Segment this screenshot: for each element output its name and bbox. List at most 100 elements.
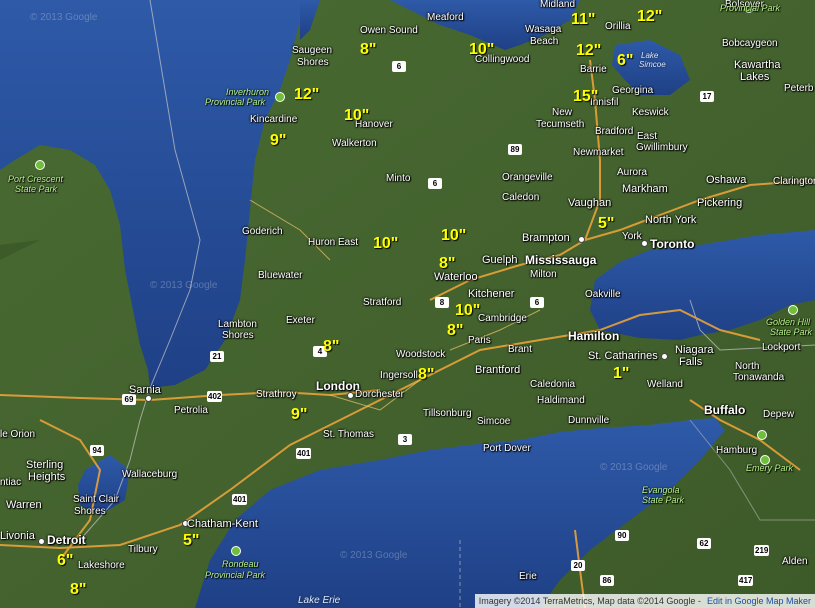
place-label: Bobcaygeon — [722, 38, 778, 49]
place-label: Rondeau — [222, 559, 259, 569]
place-label: Caledon — [502, 192, 540, 203]
place-label: Lakeshore — [78, 560, 125, 571]
snowfall-label: 8" — [418, 366, 435, 383]
place-label: Barrie — [580, 64, 607, 75]
snowfall-label: 9" — [291, 406, 308, 423]
map-terrain — [0, 0, 815, 608]
place-label: Shores — [297, 57, 329, 68]
place-label: Provincial Park — [205, 570, 266, 580]
place-label: Strathroy — [256, 389, 297, 400]
edit-in-map-maker-link[interactable]: Edit in Google Map Maker — [707, 594, 811, 608]
place-label: Provincial Park — [720, 3, 781, 13]
place-label: Dorchester — [355, 389, 404, 400]
place-label: Toronto — [650, 237, 695, 251]
place-label: Brampton — [522, 232, 570, 244]
highway-shield: 402 — [207, 391, 223, 402]
place-label: Midland — [540, 0, 576, 10]
place-label: Walkerton — [332, 138, 377, 149]
place-label: Georgina — [612, 85, 654, 96]
snowfall-label: 10" — [469, 41, 495, 58]
city-dot — [578, 236, 585, 243]
place-label: Vaughan — [568, 197, 612, 209]
park-pin[interactable] — [275, 92, 285, 102]
satellite-map[interactable]: © 2013 Google © 2013 Google © 2013 Googl… — [0, 0, 815, 608]
snowfall-label: 10" — [455, 302, 481, 319]
highway-shield: 94 — [90, 445, 104, 456]
snowfall-label: 8" — [360, 41, 377, 58]
city-dot — [347, 392, 354, 399]
place-label: Tillsonburg — [423, 408, 472, 419]
place-label: Milton — [530, 269, 557, 280]
place-label: Wasaga — [525, 24, 562, 35]
place-label: Detroit — [47, 533, 86, 547]
snowfall-label: 1" — [613, 365, 630, 382]
place-label: ntiac — [0, 477, 22, 488]
highway-shield: 89 — [508, 144, 522, 155]
place-label: Alden — [782, 556, 808, 567]
highway-shield: 219 — [754, 545, 770, 556]
place-label: Orangeville — [502, 172, 553, 183]
place-label: Tilbury — [128, 544, 158, 555]
park-pin[interactable] — [35, 160, 45, 170]
snowfall-label: 8" — [70, 581, 87, 598]
snowfall-label: 12" — [637, 8, 663, 25]
place-label: Provincial Park — [205, 97, 266, 107]
watermark: © 2013 Google — [30, 12, 98, 23]
place-label: Mississauga — [525, 253, 597, 267]
place-label: Tecumseth — [536, 119, 585, 130]
snowfall-label: 10" — [373, 235, 399, 252]
city-dot — [661, 353, 668, 360]
place-label: North York — [645, 214, 697, 226]
place-label: Lake — [641, 51, 659, 60]
place-label: St. Thomas — [323, 429, 374, 440]
place-label: Goderich — [242, 226, 283, 237]
highway-shield: 6 — [530, 297, 544, 308]
place-label: Aurora — [617, 167, 648, 178]
highway-shield: 401 — [296, 448, 312, 459]
city-dot — [641, 240, 648, 247]
snowfall-label: 8" — [323, 338, 340, 355]
place-label: Haldimand — [537, 395, 585, 406]
highway-shield: 6 — [392, 61, 406, 72]
snowfall-label: 5" — [183, 532, 200, 549]
place-label: Peterb — [784, 83, 814, 94]
place-label: Emery Park — [746, 463, 794, 473]
place-label: Falls — [679, 356, 703, 368]
place-label: Keswick — [632, 107, 669, 118]
snowfall-label: 5" — [598, 215, 615, 232]
place-label: Livonia — [0, 530, 35, 542]
snowfall-label: 11" — [571, 11, 596, 28]
snowfall-label: 8" — [447, 322, 464, 339]
place-label: Wallaceburg — [122, 469, 178, 480]
snowfall-label: 10" — [441, 227, 467, 244]
place-label: Petrolia — [174, 405, 208, 416]
place-label: Sarnia — [129, 384, 161, 396]
place-label: Exeter — [286, 315, 315, 326]
place-label: Sterling — [26, 459, 64, 471]
place-label: London — [316, 379, 360, 393]
park-pin[interactable] — [788, 305, 798, 315]
place-label: Bradford — [595, 126, 634, 137]
place-label: Hamburg — [716, 445, 758, 456]
park-pin[interactable] — [231, 546, 241, 556]
place-label: Gwillimbury — [636, 142, 688, 153]
snowfall-label: 6" — [617, 52, 634, 69]
city-dot — [38, 538, 45, 545]
highway-shield: 17 — [700, 91, 714, 102]
park-pin[interactable] — [757, 430, 767, 440]
place-label: North — [735, 361, 760, 372]
watermark: © 2013 Google — [150, 280, 218, 291]
watermark: © 2013 Google — [600, 462, 668, 473]
place-label: Heights — [28, 471, 66, 483]
place-label: East — [637, 131, 658, 142]
place-label: Saint Clair — [73, 494, 120, 505]
place-label: Kincardine — [250, 114, 298, 125]
place-label: State Park — [642, 495, 685, 505]
place-label: Simcoe — [477, 416, 511, 427]
place-label: Shores — [74, 506, 106, 517]
place-label: Shores — [222, 330, 254, 341]
snowfall-label: 15" — [573, 88, 599, 105]
place-label: Kitchener — [468, 288, 515, 300]
highway-shield: 86 — [600, 575, 614, 586]
place-label: Brantford — [475, 364, 521, 376]
